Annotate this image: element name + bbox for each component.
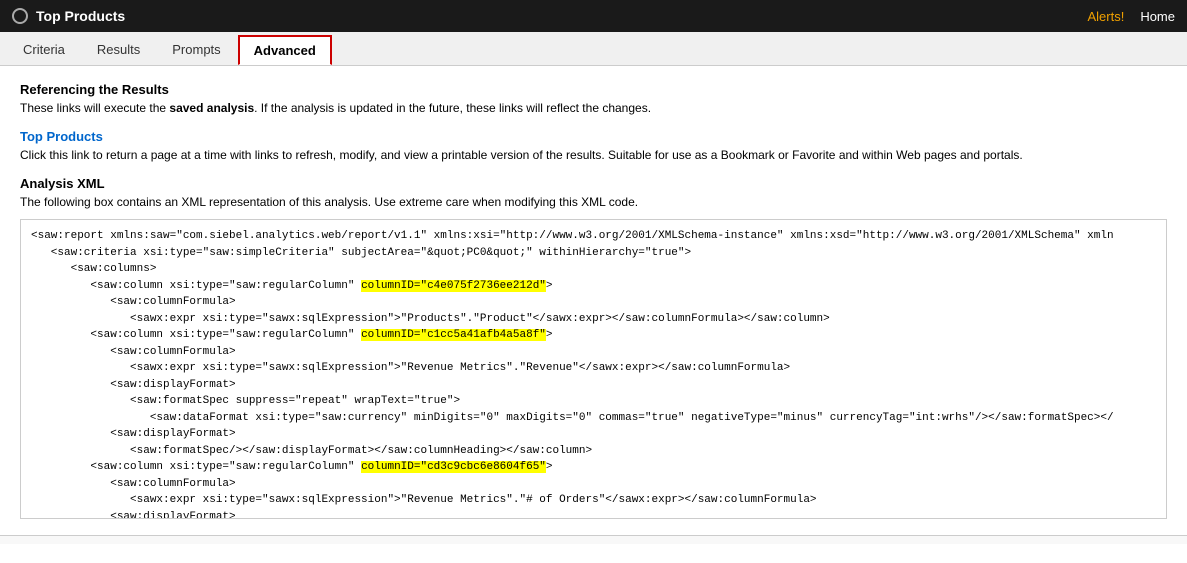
xml-line: <saw:formatSpec/></saw:displayFormat></s… xyxy=(31,443,1156,460)
referencing-section: Referencing the Results These links will… xyxy=(20,82,1167,115)
xml-highlight: columnID="c1cc5a41afb4a5a8f" xyxy=(361,329,546,341)
xml-line: <sawx:expr xsi:type="sawx:sqlExpression"… xyxy=(31,492,1156,509)
alerts-link[interactable]: Alerts! xyxy=(1087,9,1124,24)
app-title: Top Products xyxy=(36,8,1087,24)
tab-prompts[interactable]: Prompts xyxy=(157,35,235,64)
xml-line: <saw:displayFormat> xyxy=(31,509,1156,520)
content-area: Referencing the Results These links will… xyxy=(0,66,1187,535)
top-bar: Top Products Alerts! Home xyxy=(0,0,1187,32)
xml-highlight: columnID="c4e075f2736ee212d" xyxy=(361,280,546,292)
analysis-xml-section: Analysis XML The following box contains … xyxy=(20,176,1167,519)
tab-bar: Criteria Results Prompts Advanced xyxy=(0,32,1187,66)
gear-icon xyxy=(12,8,28,24)
home-link[interactable]: Home xyxy=(1140,9,1175,24)
xml-line: <saw:column xsi:type="saw:regularColumn"… xyxy=(31,278,1156,295)
xml-line: <sawx:expr xsi:type="sawx:sqlExpression"… xyxy=(31,311,1156,328)
xml-highlight: columnID="cd3c9cbc6e8604f65" xyxy=(361,461,546,473)
tab-criteria[interactable]: Criteria xyxy=(8,35,80,64)
xml-line: <saw:displayFormat> xyxy=(31,377,1156,394)
xml-line: <saw:report xmlns:saw="com.siebel.analyt… xyxy=(31,228,1156,245)
xml-line: <saw:columns> xyxy=(31,261,1156,278)
xml-line: <saw:dataFormat xsi:type="saw:currency" … xyxy=(31,410,1156,427)
tab-results[interactable]: Results xyxy=(82,35,155,64)
top-products-section: Top Products Click this link to return a… xyxy=(20,129,1167,162)
analysis-xml-title: Analysis XML xyxy=(20,176,1167,191)
xml-line: <sawx:expr xsi:type="sawx:sqlExpression"… xyxy=(31,360,1156,377)
top-products-link-desc: Click this link to return a page at a ti… xyxy=(20,148,1167,162)
xml-line: <saw:formatSpec suppress="repeat" wrapTe… xyxy=(31,393,1156,410)
xml-line: <saw:criteria xsi:type="saw:simpleCriter… xyxy=(31,245,1156,262)
xml-line: <saw:displayFormat> xyxy=(31,426,1156,443)
xml-line: <saw:columnFormula> xyxy=(31,344,1156,361)
tab-advanced[interactable]: Advanced xyxy=(238,35,332,65)
analysis-xml-desc: The following box contains an XML repres… xyxy=(20,195,1167,209)
xml-line: <saw:column xsi:type="saw:regularColumn"… xyxy=(31,327,1156,344)
xml-line: <saw:columnFormula> xyxy=(31,476,1156,493)
xml-line: <saw:columnFormula> xyxy=(31,294,1156,311)
referencing-desc: These links will execute the saved analy… xyxy=(20,101,1167,115)
top-products-link[interactable]: Top Products xyxy=(20,129,1167,144)
referencing-title: Referencing the Results xyxy=(20,82,1167,97)
xml-editor[interactable]: <saw:report xmlns:saw="com.siebel.analyt… xyxy=(20,219,1167,519)
bottom-bar xyxy=(0,535,1187,544)
xml-line: <saw:column xsi:type="saw:regularColumn"… xyxy=(31,459,1156,476)
